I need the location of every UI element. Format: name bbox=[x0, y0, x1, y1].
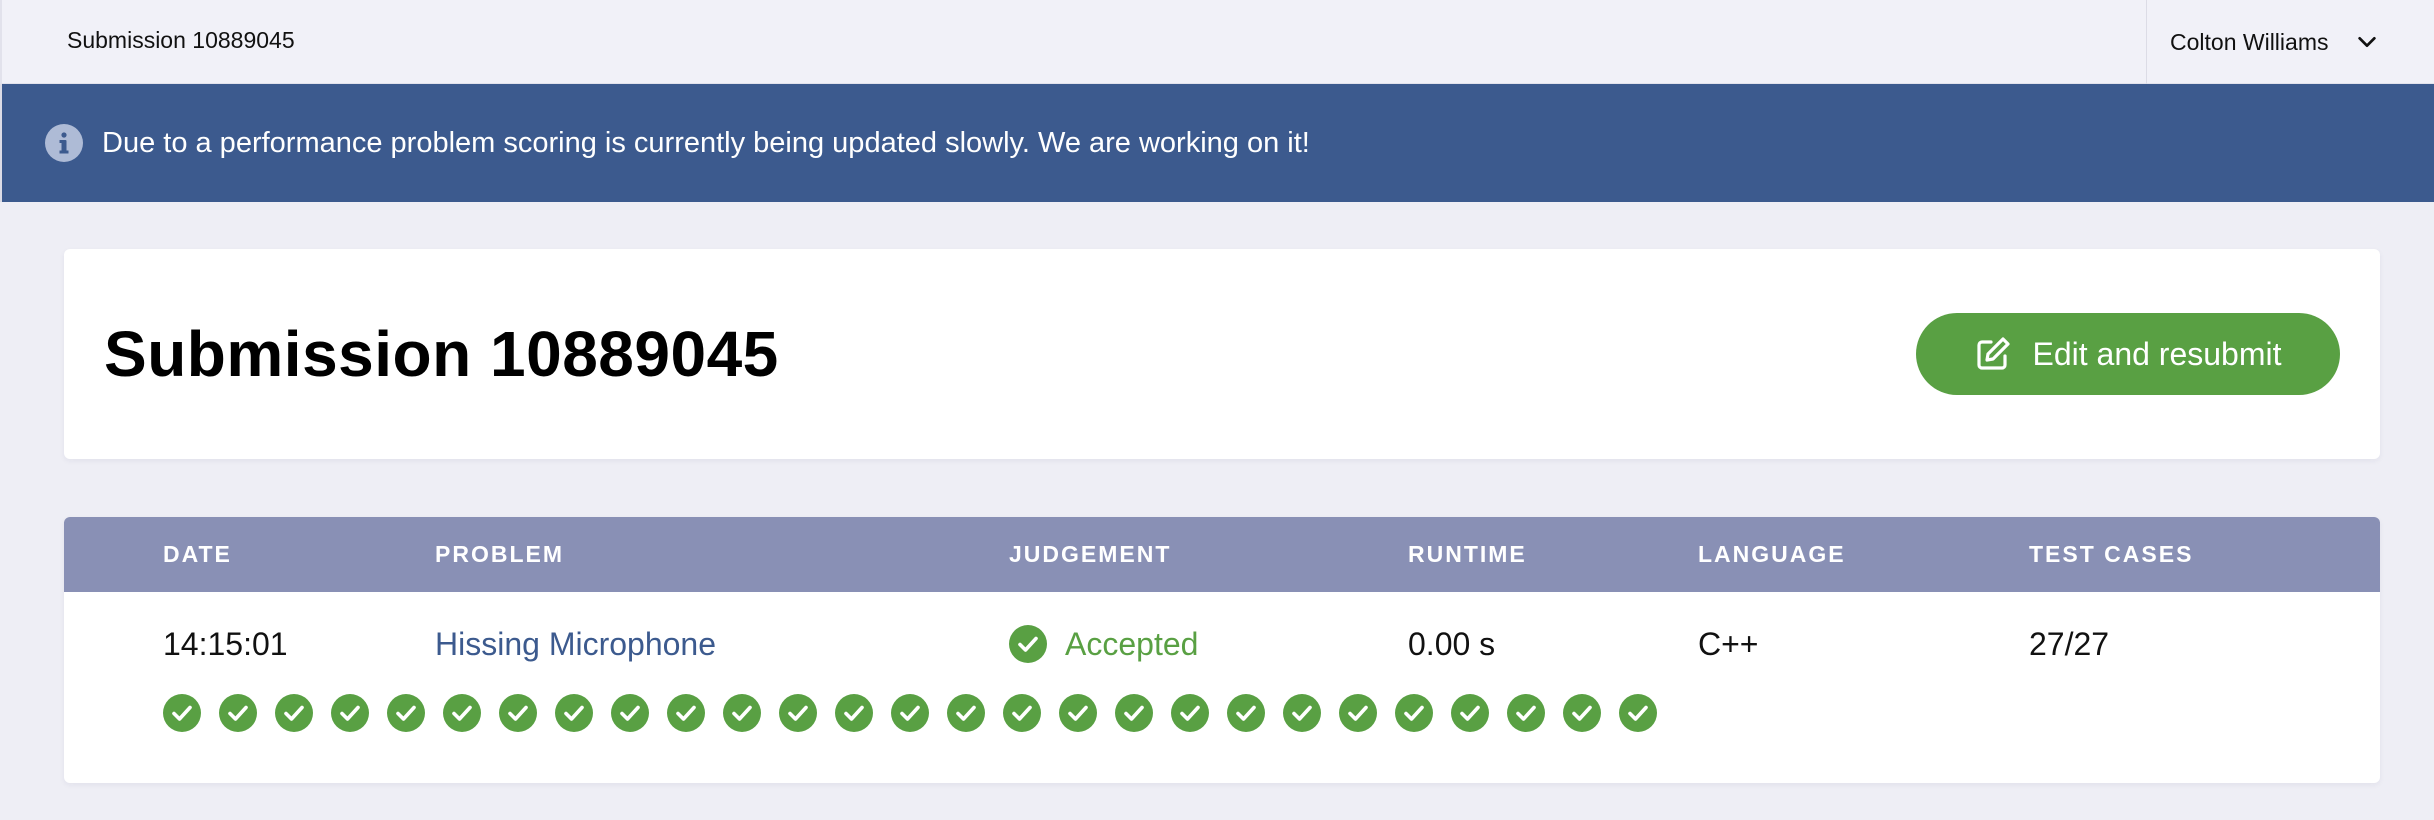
test-case-check-icon[interactable] bbox=[667, 694, 705, 732]
check-circle-icon bbox=[1009, 625, 1047, 663]
top-bar: Submission 10889045 Colton Williams bbox=[0, 0, 2434, 84]
test-case-check-icon[interactable] bbox=[947, 694, 985, 732]
test-case-check-icon[interactable] bbox=[1171, 694, 1209, 732]
test-case-check-icon[interactable] bbox=[1115, 694, 1153, 732]
column-header-runtime: RUNTIME bbox=[1408, 541, 1527, 567]
test-case-check-icon[interactable] bbox=[1227, 694, 1265, 732]
test-case-check-icon[interactable] bbox=[387, 694, 425, 732]
test-case-check-icon[interactable] bbox=[163, 694, 201, 732]
column-header-judgement: JUDGEMENT bbox=[1009, 541, 1172, 567]
info-icon bbox=[45, 124, 83, 162]
judgement-status: Accepted bbox=[1065, 626, 1199, 662]
column-header-test-cases: TEST CASES bbox=[2029, 541, 2194, 567]
test-case-check-icon[interactable] bbox=[555, 694, 593, 732]
test-case-check-icon[interactable] bbox=[779, 694, 817, 732]
test-case-check-icon[interactable] bbox=[611, 694, 649, 732]
chevron-down-icon bbox=[2354, 29, 2380, 55]
test-case-check-icon[interactable] bbox=[1059, 694, 1097, 732]
user-menu[interactable]: Colton Williams bbox=[2146, 0, 2434, 84]
table-header: DATE PROBLEM JUDGEMENT RUNTIME LANGUAGE … bbox=[64, 517, 2380, 592]
submission-table: DATE PROBLEM JUDGEMENT RUNTIME LANGUAGE … bbox=[64, 517, 2380, 783]
cell-date: 14:15:01 bbox=[163, 626, 288, 662]
column-header-problem: PROBLEM bbox=[435, 541, 564, 567]
test-case-check-icon[interactable] bbox=[723, 694, 761, 732]
info-banner: Due to a performance problem scoring is … bbox=[0, 84, 2434, 202]
banner-message: Due to a performance problem scoring is … bbox=[102, 127, 1310, 159]
submission-header-card: Submission 10889045 Edit and resubmit bbox=[64, 249, 2380, 459]
test-case-check-icon[interactable] bbox=[219, 694, 257, 732]
edit-icon bbox=[1974, 335, 2012, 373]
page-title: Submission 10889045 bbox=[104, 318, 779, 390]
test-case-check-icon[interactable] bbox=[891, 694, 929, 732]
cell-judgement: Accepted bbox=[1009, 624, 1198, 664]
cell-language: C++ bbox=[1698, 626, 1759, 662]
test-case-check-icon[interactable] bbox=[1283, 694, 1321, 732]
user-name: Colton Williams bbox=[2170, 28, 2329, 55]
cell-test-cases: 27/27 bbox=[2029, 626, 2110, 662]
column-header-date: DATE bbox=[163, 541, 232, 567]
column-header-language: LANGUAGE bbox=[1698, 541, 1846, 567]
test-case-check-icon[interactable] bbox=[443, 694, 481, 732]
test-case-check-icon[interactable] bbox=[275, 694, 313, 732]
test-case-check-icon[interactable] bbox=[1507, 694, 1545, 732]
test-case-check-icon[interactable] bbox=[1451, 694, 1489, 732]
problem-link[interactable]: Hissing Microphone bbox=[435, 626, 716, 662]
test-case-check-icon[interactable] bbox=[1395, 694, 1433, 732]
cell-runtime: 0.00 s bbox=[1408, 626, 1496, 662]
test-case-check-icon[interactable] bbox=[1339, 694, 1377, 732]
test-case-check-icon[interactable] bbox=[499, 694, 537, 732]
edit-and-resubmit-label: Edit and resubmit bbox=[2032, 335, 2282, 372]
edit-and-resubmit-button[interactable]: Edit and resubmit bbox=[1916, 313, 2340, 395]
test-case-check-icon[interactable] bbox=[331, 694, 369, 732]
test-case-check-icon[interactable] bbox=[835, 694, 873, 732]
test-case-results bbox=[163, 694, 1675, 734]
test-case-check-icon[interactable] bbox=[1563, 694, 1601, 732]
cell-problem: Hissing Microphone bbox=[435, 624, 716, 664]
test-case-check-icon[interactable] bbox=[1619, 694, 1657, 732]
topbar-title: Submission 10889045 bbox=[67, 27, 295, 53]
test-case-check-icon[interactable] bbox=[1003, 694, 1041, 732]
